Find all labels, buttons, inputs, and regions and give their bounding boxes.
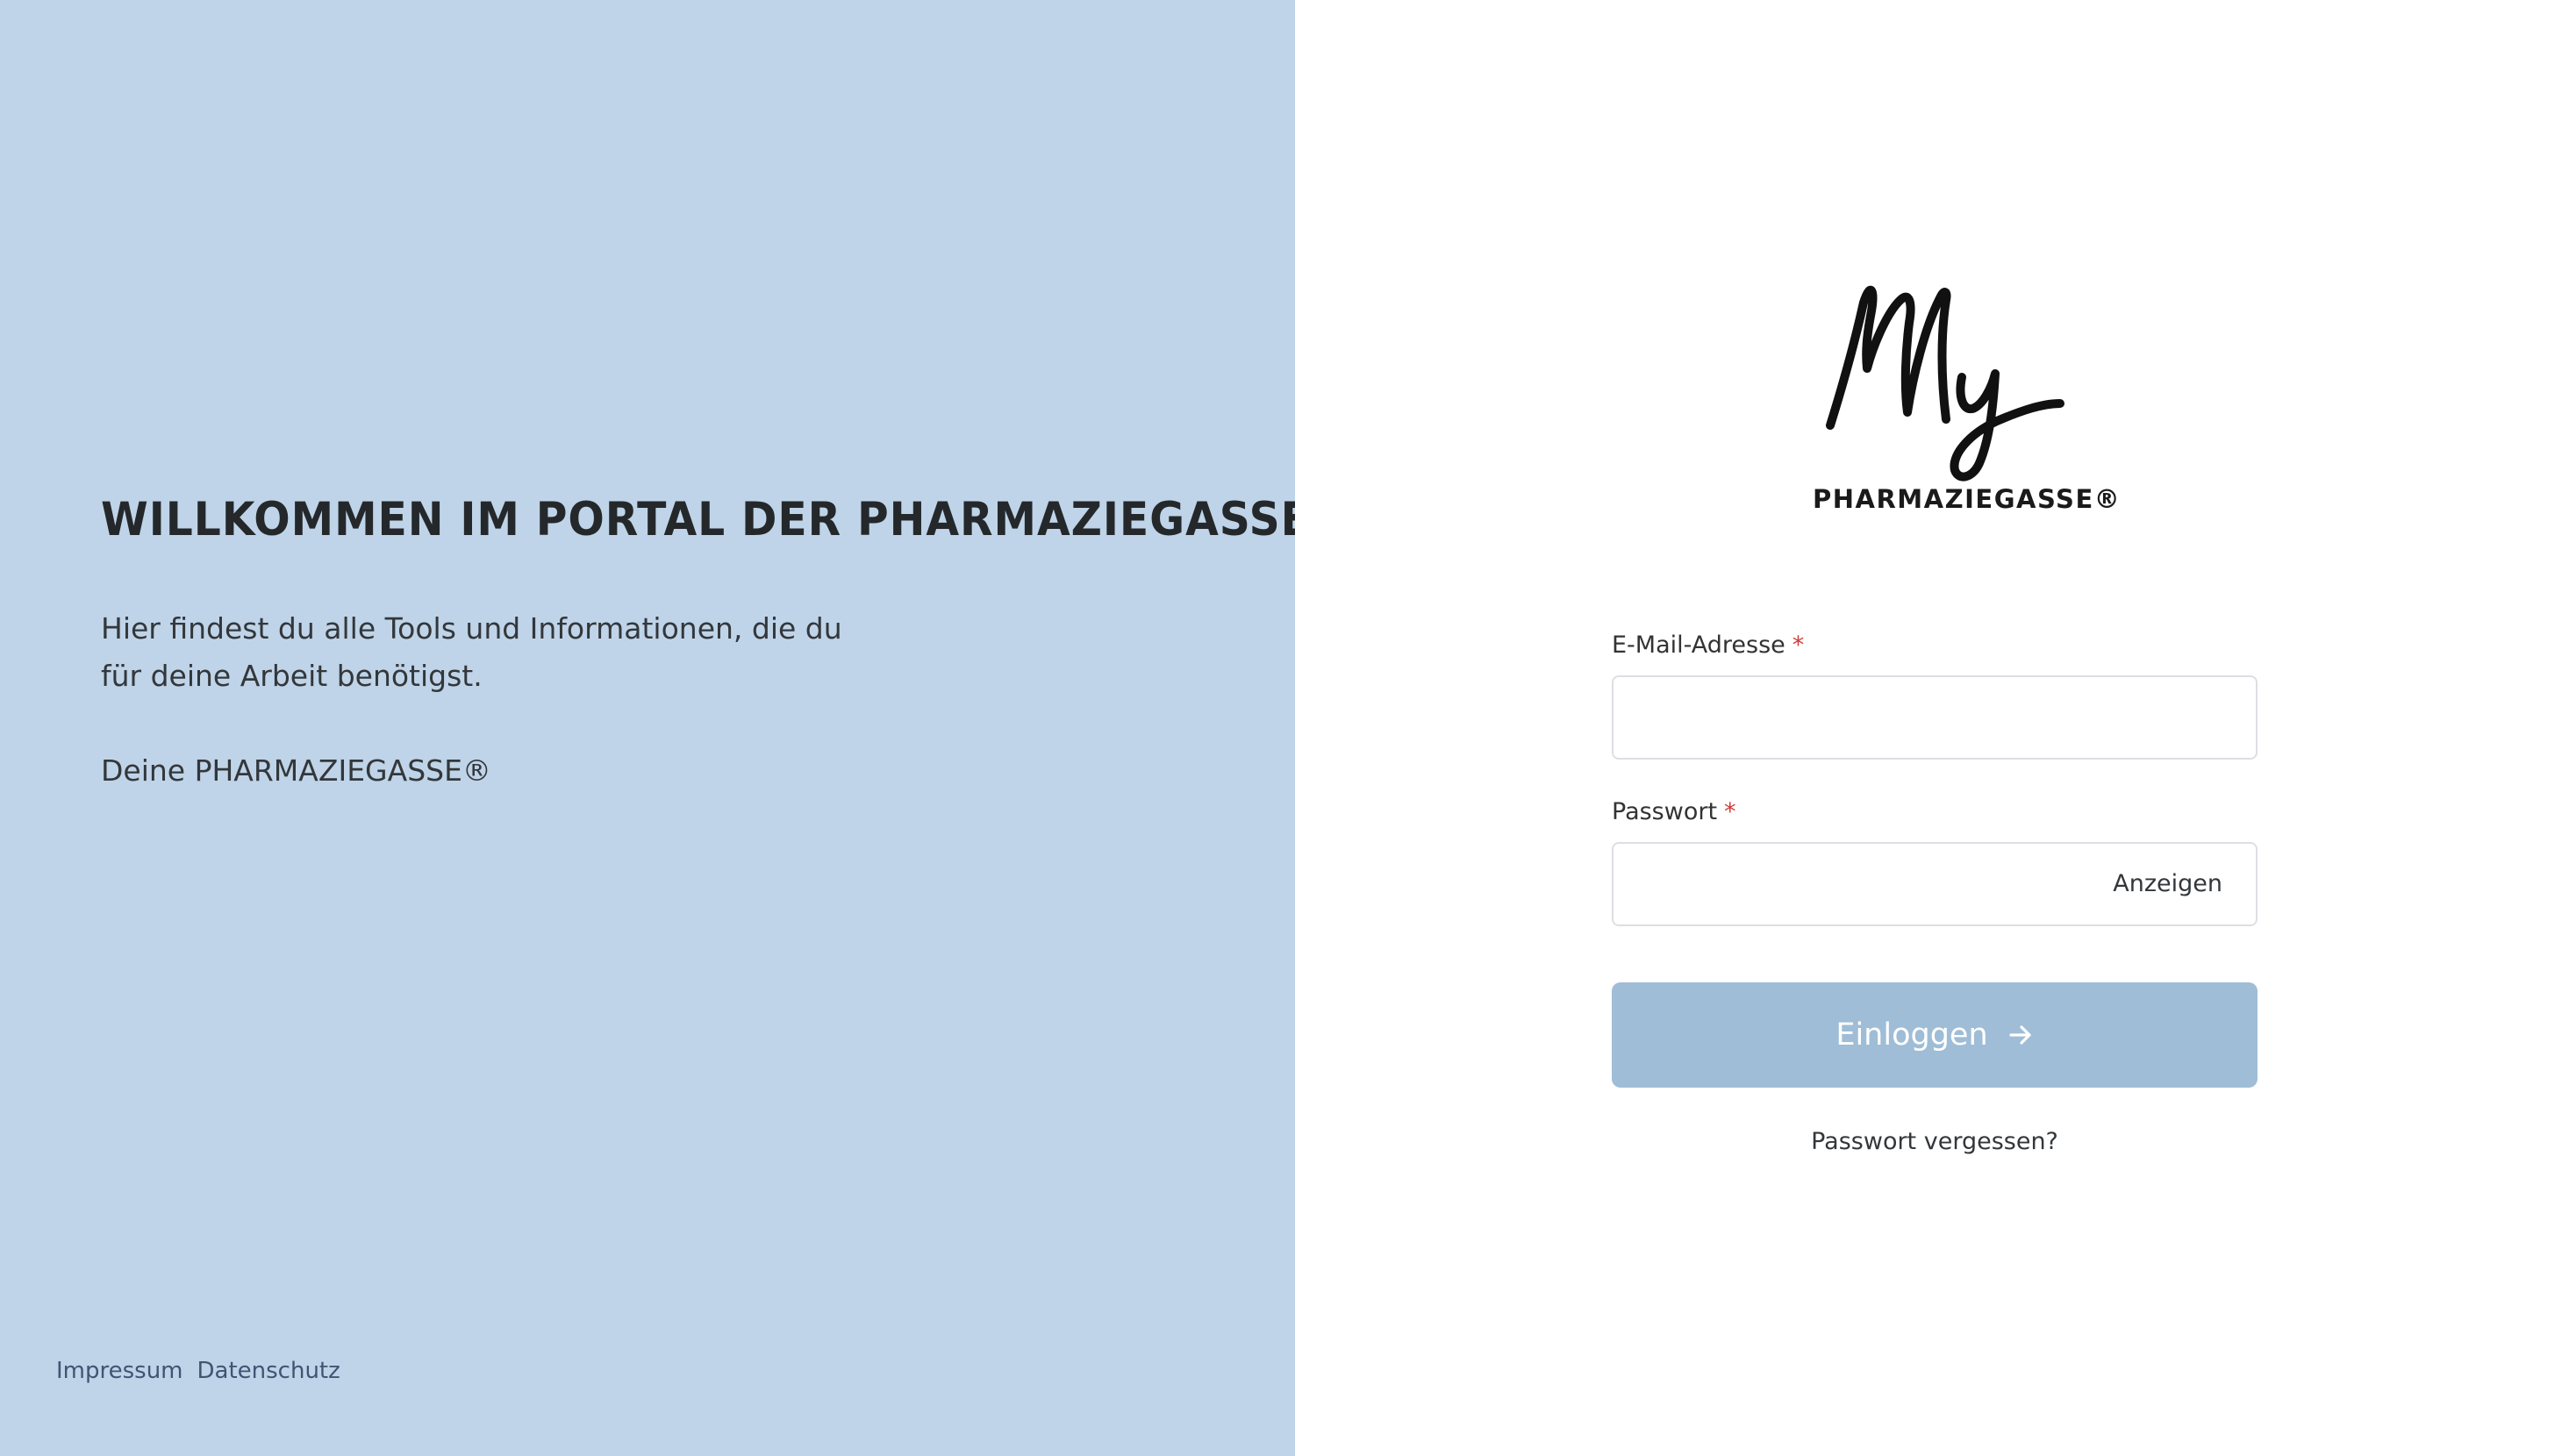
password-label: Passwort * <box>1612 795 2258 830</box>
datenschutz-link[interactable]: Datenschutz <box>197 1358 340 1384</box>
login-button-label: Einloggen <box>1835 1017 1988 1053</box>
welcome-text: Hier findest du alle Tools und Informati… <box>101 611 842 693</box>
required-marker: * <box>1724 798 1736 825</box>
login-page: WILLKOMMEN IM PORTAL DER PHARMAZIEGASSE®… <box>0 0 2576 1456</box>
my-script-logo-icon <box>1826 286 2064 482</box>
login-form: E-Mail-Adresse * Passwort * Anzeigen Einlo… <box>1612 628 2258 1155</box>
email-label: E-Mail-Adresse * <box>1612 628 2258 663</box>
impressum-link[interactable]: Impressum <box>56 1358 183 1384</box>
logo-wordmark: PHARMAZIEGASSE® <box>1813 484 2122 514</box>
login-panel: PHARMAZIEGASSE® E-Mail-Adresse * Passwort… <box>1295 0 2576 1456</box>
password-field-group: Passwort * Anzeigen <box>1612 795 2258 926</box>
welcome-signature: Deine PHARMAZIEGASSE® <box>101 753 491 788</box>
email-label-text: E-Mail-Adresse <box>1612 632 1785 659</box>
my-pharmaziegasse-logo: PHARMAZIEGASSE® <box>1813 263 2122 526</box>
password-label-text: Passwort <box>1612 798 1718 825</box>
arrow-right-icon <box>2009 1025 2031 1045</box>
email-input-wrapper <box>1612 675 2258 760</box>
welcome-title: WILLKOMMEN IM PORTAL DER PHARMAZIEGASSE® <box>101 493 1355 546</box>
show-password-button[interactable]: Anzeigen <box>2113 844 2222 924</box>
email-field-group: E-Mail-Adresse * <box>1612 628 2258 760</box>
footer-links: Impressum Datenschutz <box>56 1358 340 1384</box>
welcome-panel: WILLKOMMEN IM PORTAL DER PHARMAZIEGASSE®… <box>0 0 1354 1456</box>
login-button[interactable]: Einloggen <box>1612 982 2258 1088</box>
forgot-password-link[interactable]: Passwort vergessen? <box>1612 1128 2258 1155</box>
required-marker: * <box>1792 632 1805 659</box>
password-input-wrapper: Anzeigen <box>1612 842 2258 926</box>
email-input[interactable] <box>1614 677 2256 758</box>
